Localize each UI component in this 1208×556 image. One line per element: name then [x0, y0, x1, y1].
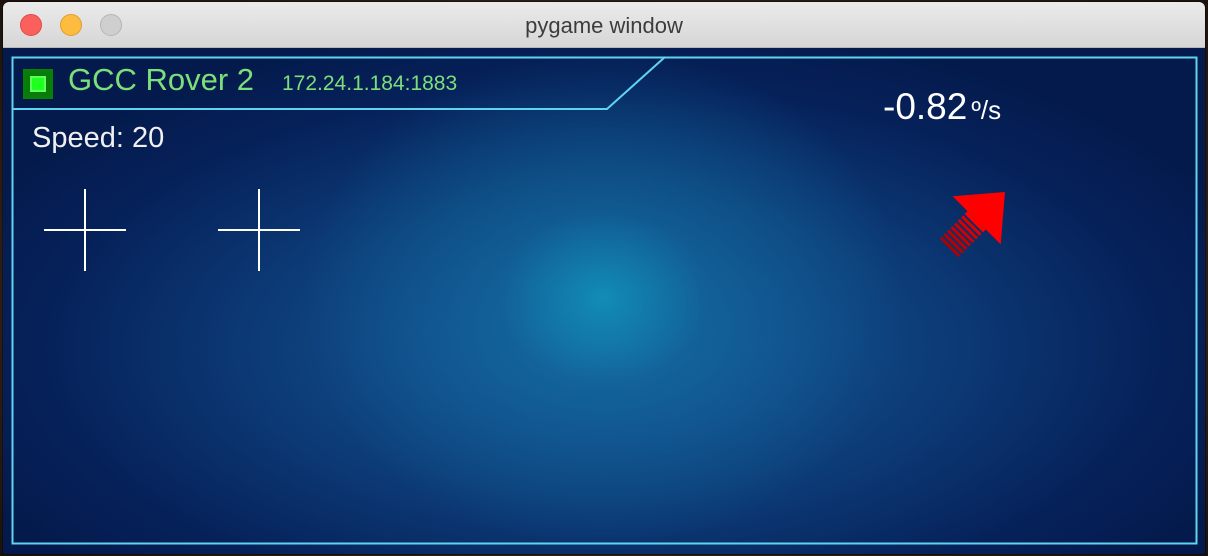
window-titlebar[interactable]: pygame window	[3, 2, 1205, 48]
crosshair-icon	[218, 189, 300, 271]
pygame-window: pygame window GCC Rover 2 172.24.1.184:1…	[3, 2, 1205, 554]
rotation-unit: º/s	[971, 95, 1002, 125]
speed-label: Speed: 20	[32, 122, 165, 154]
status-led-icon	[23, 69, 53, 99]
window-title: pygame window	[525, 13, 683, 38]
rover-address: 172.24.1.184:1883	[282, 72, 458, 95]
rotation-value: -0.82	[883, 86, 968, 127]
rover-name: GCC Rover 2	[68, 62, 255, 97]
rotation-readout: -0.82 º/s	[883, 86, 1001, 128]
direction-arrow-icon	[939, 192, 1005, 258]
crosshair-icon	[44, 189, 126, 271]
rover-canvas: GCC Rover 2 172.24.1.184:1883 Speed: 20 …	[3, 48, 1205, 554]
hud-frame	[11, 56, 1198, 545]
